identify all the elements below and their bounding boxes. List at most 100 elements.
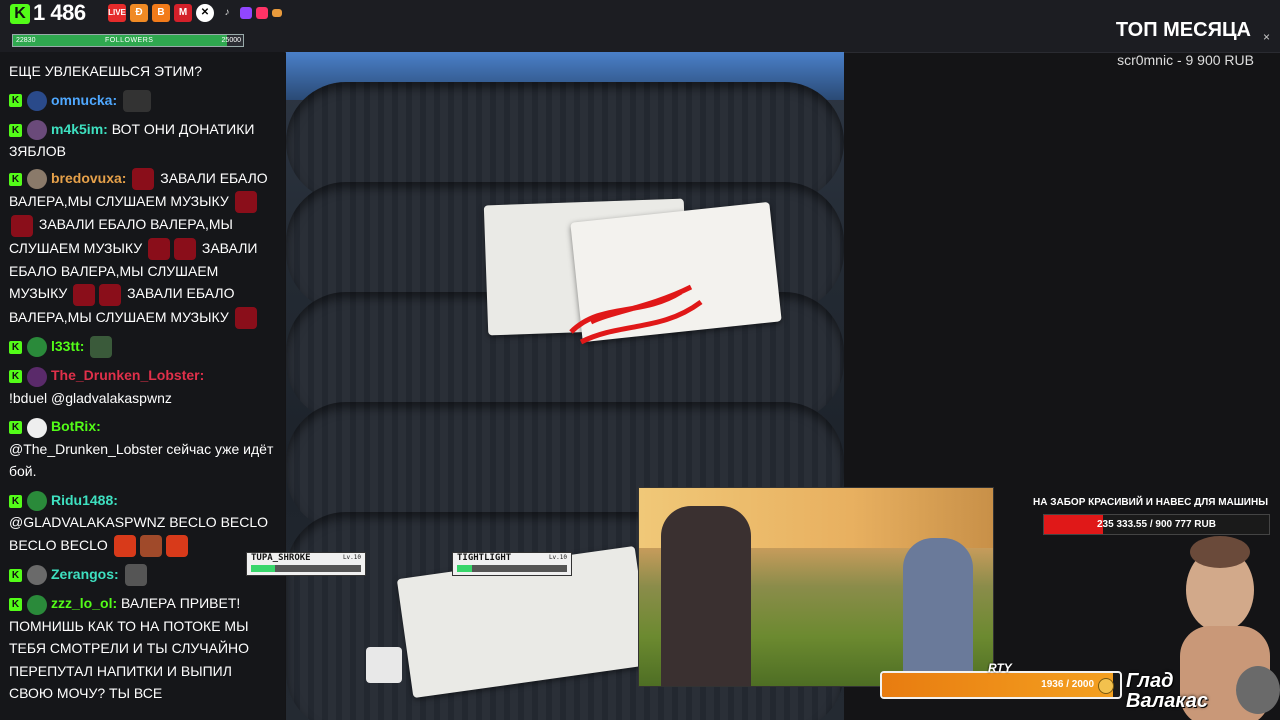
- username[interactable]: l33tt:: [51, 338, 84, 354]
- warning-emote-icon: [113, 535, 136, 558]
- emote-icon: [234, 307, 257, 330]
- red-scribble-icon: [569, 284, 703, 345]
- message-text: !bduel @gladvalakaspwnz: [9, 389, 172, 406]
- coin-icon: [1098, 678, 1114, 694]
- monster-icon[interactable]: M: [174, 4, 192, 22]
- chat-panel: ЕЩЕ УВЛЕКАЕШЬСЯ ЭТИМ? Komnucka: Km4k5im:…: [0, 52, 285, 720]
- chat-message: Kzzz_lo_ol: ВАЛЕРА ПРИВЕТ! ПОМНИШЬ КАК Т…: [0, 592, 285, 705]
- top-bar: K 1 486 LIVE Ð B M ✕ ♪ 22830 FOLLOWERS 2…: [0, 0, 1280, 53]
- message-text: ЕЩЕ УВЛЕКАЕШЬСЯ ЭТИМ?: [9, 63, 203, 79]
- hp-fill: [251, 565, 276, 572]
- hp-track: [457, 565, 567, 572]
- message-text: ВАЛЕРА ПРИВЕТ! ПОМНИШЬ КАК ТО НА ПОТОКЕ …: [9, 595, 250, 702]
- emote-icon: [132, 168, 155, 191]
- x-icon[interactable]: ✕: [196, 4, 214, 22]
- tiktok-icon[interactable]: ♪: [218, 4, 236, 22]
- warning-emote-icon: [165, 535, 188, 558]
- person: [903, 538, 973, 686]
- emote-icon: [139, 535, 162, 558]
- emote-icon: [124, 564, 147, 587]
- avatar[interactable]: [27, 565, 47, 586]
- hp-name: TIGHTLIGHT: [457, 553, 512, 563]
- emote-icon: [173, 237, 196, 260]
- kick-badge-icon: K: [9, 494, 22, 508]
- hp-level: Lv.10: [548, 554, 567, 561]
- username[interactable]: zzz_lo_ol:: [51, 595, 117, 611]
- pixel-character-icon: [366, 647, 402, 683]
- hp-name: TUPA_SHROKE: [251, 553, 311, 563]
- chat-message: ЕЩЕ УВЛЕКАЕШЬСЯ ЭТИМ?: [0, 60, 285, 83]
- emote-icon: [99, 283, 122, 306]
- avatar[interactable]: [27, 594, 47, 615]
- avatar[interactable]: [27, 90, 47, 111]
- kick-logo-icon: K: [10, 4, 30, 24]
- followers-goal-bar: 22830 FOLLOWERS 25000: [12, 34, 244, 47]
- youtube-icon[interactable]: [256, 7, 268, 19]
- avatar[interactable]: [27, 337, 47, 358]
- username[interactable]: Zerangos:: [51, 566, 119, 582]
- close-icon[interactable]: ×: [1263, 30, 1270, 44]
- message-text: @GLADVALAKASPWNZ BECLO BECLO BECLO BECLO: [9, 514, 269, 553]
- message-text: ЗАВАЛИ ЕБАЛО ВАЛЕРА,МЫ СЛУШАЕМ МУЗЫКУ: [9, 216, 233, 256]
- emote-icon: [147, 237, 170, 260]
- kick-badge-icon: K: [9, 568, 22, 582]
- top-month-donor: scr0mnic - 9 900 RUB: [1117, 52, 1254, 68]
- chat-message: Km4k5im: ВОТ ОНИ ДОНАТИКИ ЗЯБЛОВ: [0, 118, 285, 163]
- streamer-name: Глад Валакас: [1126, 671, 1208, 711]
- kick-badge-icon: K: [9, 370, 22, 384]
- emote-icon: [90, 336, 113, 359]
- hp-bar: TIGHTLIGHT Lv.10: [452, 552, 572, 576]
- chat-message: K Ridu1488: @GLADVALAKASPWNZ BECLO BECLO …: [0, 489, 285, 558]
- viewer-count: 1 486: [33, 0, 86, 25]
- chat-message: Kbredovuxa: ЗАВАЛИ ЕБАЛО ВАЛЕРА,МЫ СЛУША…: [0, 167, 285, 330]
- chat-message: Kl33tt:: [0, 335, 285, 359]
- kick-badge-icon: K: [9, 340, 22, 354]
- username[interactable]: m4k5im:: [51, 121, 108, 137]
- emote-icon: [73, 283, 96, 306]
- username[interactable]: bredovuxa:: [51, 170, 126, 186]
- username[interactable]: Ridu1488:: [51, 492, 118, 508]
- avatar[interactable]: [27, 417, 47, 438]
- kick-badge-icon: K: [9, 598, 22, 612]
- platform-icons: LIVE Ð B M ✕ ♪: [108, 4, 282, 22]
- top-month-title: ТОП МЕСЯЦА: [1115, 19, 1251, 41]
- donation-goal-title: НА ЗАБОР КРАСИВИЙ И НАВЕС ДЛЯ МАШИНЫ: [1033, 497, 1268, 508]
- avatar[interactable]: [27, 491, 47, 512]
- hp-track: [251, 565, 361, 572]
- chat-message: K The_Drunken_Lobster: !bduel @gladvalaka…: [0, 364, 285, 409]
- flag-icon[interactable]: [272, 9, 282, 17]
- xp-value: 1936 / 2000: [1041, 679, 1094, 690]
- hp-level: Lv.10: [342, 554, 361, 561]
- kick-badge-icon: K: [9, 123, 22, 137]
- xp-bar: 1936 / 2000: [880, 671, 1122, 699]
- xp-partial-label: RTY: [988, 661, 1012, 675]
- person: [661, 506, 751, 686]
- streamer-name-line: Глад: [1126, 670, 1174, 692]
- kick-badge-icon: K: [9, 421, 22, 435]
- username[interactable]: BotRix:: [51, 418, 101, 434]
- username[interactable]: The_Drunken_Lobster:: [51, 367, 204, 383]
- chat-message: K BotRix: @The_Drunken_Lobster сейчас уже…: [0, 415, 285, 483]
- avatar[interactable]: [27, 366, 47, 387]
- chat-message: K Zerangos:: [0, 563, 285, 587]
- username[interactable]: omnucka:: [51, 92, 117, 108]
- emote-icon: [11, 214, 33, 237]
- emote-icon: [123, 89, 152, 112]
- emote-icon: [234, 191, 257, 214]
- donation-icon[interactable]: Ð: [130, 4, 148, 22]
- twitch-icon[interactable]: [240, 7, 252, 19]
- avatar[interactable]: [27, 169, 47, 190]
- message-text: @The_Drunken_Lobster сейчас уже идёт бой…: [9, 440, 274, 480]
- avatar[interactable]: [27, 120, 47, 141]
- webcam-video[interactable]: [638, 487, 994, 687]
- hp-bar: TUPA_SHROKE Lv.10: [246, 552, 366, 576]
- live-icon[interactable]: LIVE: [108, 4, 126, 22]
- boosty-icon[interactable]: B: [152, 4, 170, 22]
- followers-start: 22830: [16, 37, 36, 44]
- hp-fill: [457, 565, 473, 572]
- kick-badge-icon: K: [9, 94, 22, 108]
- streamer-name-line: Валакас: [1126, 690, 1209, 712]
- followers-goal: 25000: [221, 37, 241, 44]
- chat-message: Komnucka:: [0, 89, 285, 112]
- followers-label: FOLLOWERS: [105, 37, 154, 44]
